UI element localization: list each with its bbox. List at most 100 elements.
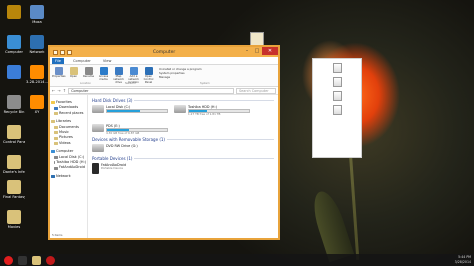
desktop-icon[interactable]: Moxa	[26, 5, 48, 24]
forward-arrow-icon[interactable]: →	[57, 88, 60, 93]
minimize-button[interactable]: –	[242, 47, 252, 55]
close-button[interactable]: ✕	[262, 47, 278, 55]
maximize-button[interactable]: □	[252, 47, 262, 55]
drive-size: 1.27 TB free of 1.81 TB	[188, 111, 221, 116]
desktop-icon-label: Network	[29, 50, 45, 54]
ribbon-button-label: Rename	[82, 74, 95, 78]
document-icon	[332, 77, 342, 87]
desktop-icon-label: Recycle Bin	[3, 110, 25, 114]
navigation-pane: Favorites Downloads Recent places Libraries…	[50, 95, 88, 238]
desktop-icon-label: Final Fantasy Lightning R...	[3, 195, 25, 199]
back-arrow-icon[interactable]: ←	[52, 88, 55, 93]
file-item[interactable]	[330, 91, 344, 101]
ribbon-button[interactable]: Map network drive	[112, 67, 125, 86]
desktop-item-icon	[7, 35, 21, 49]
system-tray-clock[interactable]: 5:44 PM 3/28/2014	[455, 255, 471, 264]
file-item[interactable]	[330, 77, 344, 87]
section-hard-disk-drives[interactable]: Hard Disk Drives (3)	[92, 98, 274, 103]
explorer-window[interactable]: Computer – □ ✕ File Computer View Proper…	[48, 45, 280, 240]
desktop-icon[interactable]: Movies	[3, 210, 25, 229]
manage-link[interactable]: Manage	[159, 75, 202, 79]
address-bar[interactable]: Computer	[68, 87, 234, 94]
desktop-item-icon	[7, 180, 21, 194]
drive-usage-fill	[107, 110, 140, 112]
section-portable-devices[interactable]: Portable Devices (1)	[92, 156, 274, 161]
section-title: Devices with Removable Storage (1)	[92, 137, 165, 142]
desktop-icon[interactable]: Dante's Inferno...	[3, 155, 25, 174]
ribbon-button[interactable]: Properties	[52, 67, 66, 86]
desktop-icon[interactable]: Control Panel	[3, 125, 25, 144]
title-bar[interactable]: Computer – □ ✕	[50, 47, 278, 57]
ribbon-button-label: Open	[69, 74, 78, 78]
section-title: Portable Devices (1)	[92, 156, 133, 161]
nav-item[interactable]: Videos	[51, 141, 86, 146]
section-removable-storage[interactable]: Devices with Removable Storage (1)	[92, 137, 274, 142]
desktop-icon[interactable]: Computer	[3, 35, 25, 54]
nav-item-icon	[54, 161, 55, 165]
hard-drive-icon	[92, 124, 104, 132]
up-arrow-icon[interactable]: ↑	[63, 88, 66, 93]
ribbon: Properties Open Rename Access media Map netw…	[50, 65, 278, 87]
ribbon-button[interactable]: Open Control Panel	[142, 67, 155, 86]
taskbar-app-icon[interactable]	[18, 255, 27, 265]
document-icon	[332, 63, 342, 73]
desktop-icon[interactable]: Network	[26, 35, 48, 54]
desktop-floating-file-icon[interactable]	[250, 32, 264, 46]
nav-item-label: Recent places	[59, 110, 84, 115]
drive-name: DVD RW Drive (G:)	[106, 144, 138, 148]
ribbon-buttons: Properties Open Rename Access media Map netw…	[52, 67, 155, 86]
group-label-network: Network	[125, 82, 136, 85]
start-button-icon[interactable]	[4, 255, 13, 265]
ribbon-button-label: Map network drive	[113, 74, 124, 84]
desktop-icon[interactable]: XY	[26, 95, 48, 114]
desktop-icon-label: Control Panel	[3, 140, 25, 144]
nav-item[interactable]: Network	[51, 174, 86, 179]
nav-item-label: Network	[56, 173, 71, 178]
nav-item-icon	[54, 112, 58, 116]
desktop-icon-label: Moxa	[32, 20, 42, 24]
desktop-icon[interactable]: 3-28-2014...	[26, 65, 48, 84]
nav-item-icon	[51, 150, 55, 154]
nav-item-icon	[51, 120, 55, 124]
drive-item[interactable]: PDS (E:) 4.30 GB free of 6.87 GB	[92, 124, 168, 135]
file-item[interactable]	[330, 105, 344, 115]
desktop-icon[interactable]	[3, 5, 25, 20]
desktop-icon[interactable]	[3, 65, 25, 80]
ribbon-button-label: Access media	[98, 74, 109, 81]
nav-item[interactable]: FatAndAoDroid	[51, 165, 86, 170]
status-bar: 5 items	[52, 233, 63, 237]
nav-item-label: FatAndAoDroid	[59, 165, 85, 170]
search-input[interactable]: Search Computer	[236, 87, 276, 94]
desktop-item-icon	[30, 65, 44, 79]
section-title: Hard Disk Drives (3)	[92, 98, 133, 103]
file-item[interactable]	[330, 63, 344, 73]
ribbon-button[interactable]: Access media	[97, 67, 110, 86]
tab-file[interactable]: File	[52, 58, 65, 64]
clock-date: 3/28/2014	[454, 259, 471, 264]
desktop-icon[interactable]: Final Fantasy Lightning R...	[3, 180, 25, 199]
nav-item-icon	[54, 131, 58, 135]
group-label-location: Location	[80, 82, 91, 85]
desktop-icon[interactable]: Recycle Bin	[3, 95, 25, 114]
nav-item[interactable]: Recent places	[51, 111, 86, 116]
nav-item-icon	[54, 106, 58, 110]
ribbon-button[interactable]: Open	[67, 67, 80, 86]
desktop-icon-label: XY	[34, 110, 40, 114]
nav-item-icon	[51, 101, 55, 105]
desktop-item-icon	[30, 5, 44, 19]
tab-computer[interactable]: Computer	[70, 58, 94, 64]
nav-item-icon	[54, 125, 58, 129]
desktop-item-icon	[7, 210, 21, 224]
secondary-window[interactable]	[312, 58, 362, 158]
file-explorer-taskbar-icon[interactable]	[32, 255, 41, 265]
desktop-item-icon	[7, 95, 21, 109]
tab-view[interactable]: View	[100, 58, 115, 64]
dvd-drive[interactable]: DVD RW Drive (G:)	[92, 144, 168, 152]
drive-item[interactable]: Toshiba HDD (H:) 1.27 TB free of 1.81 TB	[174, 105, 250, 116]
drive-item[interactable]: Local Disk (C:)	[92, 105, 168, 116]
nav-item-icon	[54, 142, 58, 146]
media-player-taskbar-icon[interactable]	[46, 255, 55, 265]
desktop-icon-label: 3-28-2014...	[26, 80, 48, 84]
nav-item-label: Videos	[59, 140, 71, 145]
portable-device[interactable]: FatAndAoDroid Portable Device	[92, 163, 168, 174]
